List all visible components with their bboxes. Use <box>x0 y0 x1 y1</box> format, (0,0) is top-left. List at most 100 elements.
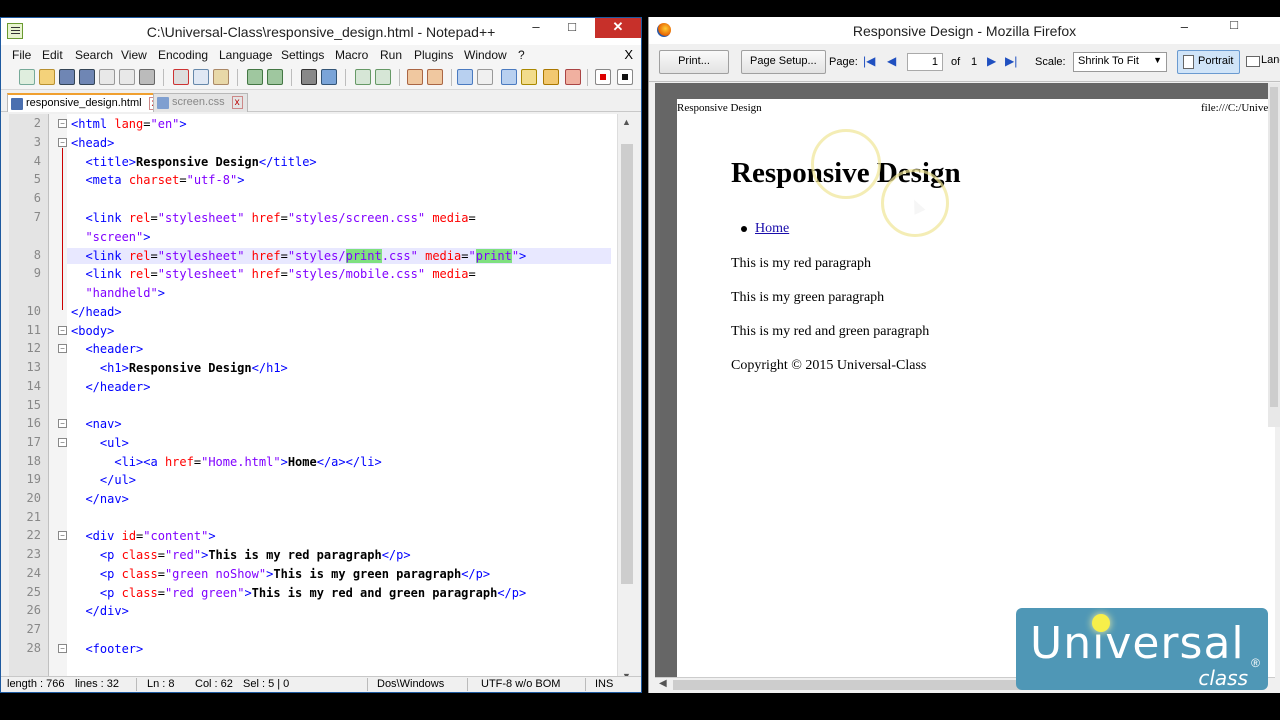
landscape-button[interactable]: Landscape <box>1241 50 1280 74</box>
previous-page-icon[interactable]: ◀ <box>887 54 896 68</box>
toolbar-separator <box>237 69 238 86</box>
word-wrap-icon[interactable] <box>457 69 473 85</box>
menu-search[interactable]: Search <box>75 48 113 62</box>
close-file-icon[interactable] <box>99 69 115 85</box>
menu-macro[interactable]: Macro <box>335 48 368 62</box>
code-line: <body> <box>71 324 115 338</box>
close-all-icon[interactable] <box>119 69 135 85</box>
status-length: length : 766 <box>7 678 65 690</box>
copy-icon[interactable] <box>193 69 209 85</box>
fold-toggle-icon[interactable]: − <box>58 531 67 540</box>
tab-close-icon[interactable]: x <box>231 96 243 109</box>
next-page-icon[interactable]: ▶ <box>987 54 996 68</box>
record-macro-icon[interactable] <box>595 69 611 85</box>
menu-window[interactable]: Window <box>464 48 507 62</box>
menu-edit[interactable]: Edit <box>42 48 63 62</box>
npp-close-button[interactable]: ✕ <box>595 18 641 38</box>
fold-toggle-icon[interactable]: − <box>58 119 67 128</box>
scroll-up-icon[interactable]: ▲ <box>622 117 631 127</box>
save-icon[interactable] <box>59 69 75 85</box>
menu-run[interactable]: Run <box>380 48 402 62</box>
show-all-characters-icon[interactable] <box>477 69 493 85</box>
code-editor[interactable]: 2 3 4 5 6 7 8 9 10 11 12 13 14 15 16 17 … <box>9 114 635 684</box>
line-number: 19 <box>26 472 41 486</box>
portrait-page-icon <box>1183 55 1194 69</box>
zoom-out-icon[interactable] <box>375 69 391 85</box>
total-pages: 1 <box>971 56 978 68</box>
scrollbar-thumb[interactable] <box>621 144 633 584</box>
portrait-button[interactable]: Portrait <box>1177 50 1241 74</box>
function-list-icon[interactable] <box>565 69 581 85</box>
fold-toggle-icon[interactable]: − <box>58 644 67 653</box>
code-line: <p class="red">This is my red paragraph<… <box>99 548 411 562</box>
menu-settings[interactable]: Settings <box>281 48 324 62</box>
indent-guide-icon[interactable] <box>501 69 517 85</box>
code-line: <title>Responsive Design</title> <box>85 155 317 169</box>
menu-plugins[interactable]: Plugins <box>414 48 453 62</box>
menu-encoding[interactable]: Encoding <box>158 48 208 62</box>
ff-minimize-button[interactable]: – <box>1181 19 1188 34</box>
sync-horizontal-icon[interactable] <box>427 69 443 85</box>
tab-screen-css[interactable]: screen.css x <box>153 93 248 112</box>
fold-toggle-icon[interactable]: − <box>58 419 67 428</box>
menu-file[interactable]: File <box>12 48 31 62</box>
print-button[interactable]: Print... <box>659 50 729 74</box>
fold-toggle-icon[interactable]: − <box>58 326 67 335</box>
scale-select[interactable]: Shrink To Fit ▼ <box>1073 52 1167 72</box>
print-preview-viewport[interactable]: Responsive Design file:///C:/Universal R… <box>655 83 1275 677</box>
line-number: 27 <box>26 622 41 636</box>
fold-toggle-icon[interactable]: − <box>58 344 67 353</box>
paste-icon[interactable] <box>213 69 229 85</box>
undo-icon[interactable] <box>247 69 263 85</box>
ff-maximize-button[interactable]: □ <box>1230 17 1238 32</box>
sync-vertical-icon[interactable] <box>407 69 423 85</box>
zoom-in-icon[interactable] <box>355 69 371 85</box>
menu-close-document[interactable]: X <box>624 47 633 62</box>
new-file-icon[interactable] <box>19 69 35 85</box>
user-defined-language-icon[interactable] <box>521 69 537 85</box>
code-line: <div id="content"> <box>85 529 216 543</box>
npp-title-bar[interactable]: C:\Universal-Class\responsive_design.htm… <box>1 18 641 45</box>
page-header-url: file:///C:/Universal <box>1201 102 1275 114</box>
line-number: 25 <box>26 585 41 599</box>
save-all-icon[interactable] <box>79 69 95 85</box>
toolbar-separator <box>451 69 452 86</box>
scrollbar-thumb[interactable] <box>1270 87 1278 407</box>
cut-icon[interactable] <box>173 69 189 85</box>
find-icon[interactable] <box>301 69 317 85</box>
code-text-area[interactable]: <html lang="en"> <head> <title>Responsiv… <box>67 114 617 684</box>
page-setup-button[interactable]: Page Setup... <box>741 50 826 74</box>
menu-help[interactable]: ? <box>518 48 525 62</box>
preview-vertical-scrollbar[interactable] <box>1268 83 1280 427</box>
menu-view[interactable]: View <box>121 48 147 62</box>
fold-toggle-icon[interactable]: − <box>58 138 67 147</box>
editor-vertical-scrollbar[interactable]: ▲ ▼ <box>617 114 635 684</box>
stop-macro-icon[interactable] <box>617 69 633 85</box>
npp-menu-bar: File Edit Search View Encoding Language … <box>1 45 641 66</box>
print-icon[interactable] <box>139 69 155 85</box>
last-page-icon[interactable]: ▶| <box>1005 54 1017 68</box>
code-line: <header> <box>85 342 144 356</box>
code-line: <head> <box>71 136 115 150</box>
scroll-left-icon[interactable]: ◀ <box>659 678 667 689</box>
first-page-icon[interactable]: |◀ <box>863 54 875 68</box>
menu-language[interactable]: Language <box>219 48 272 62</box>
replace-icon[interactable] <box>321 69 337 85</box>
ff-title-bar[interactable]: Responsive Design - Mozilla Firefox – □ <box>649 17 1280 44</box>
npp-minimize-button[interactable]: – <box>523 18 549 38</box>
line-number: 26 <box>26 603 41 617</box>
fold-toggle-icon[interactable]: − <box>58 438 67 447</box>
toolbar-separator <box>163 69 164 86</box>
npp-maximize-button[interactable]: □ <box>559 18 585 38</box>
logo-subtext: class <box>1198 666 1248 690</box>
preview-home-link[interactable]: Home <box>755 221 789 236</box>
page-number-input[interactable]: 1 <box>907 53 943 71</box>
redo-icon[interactable] <box>267 69 283 85</box>
tab-responsive-design[interactable]: responsive_design.html x <box>7 93 165 112</box>
saved-file-icon <box>157 97 169 109</box>
document-map-icon[interactable] <box>543 69 559 85</box>
open-file-icon[interactable] <box>39 69 55 85</box>
scrollbar-thumb[interactable] <box>673 680 1053 690</box>
scale-label: Scale: <box>1035 56 1066 68</box>
line-number: 21 <box>26 510 41 524</box>
